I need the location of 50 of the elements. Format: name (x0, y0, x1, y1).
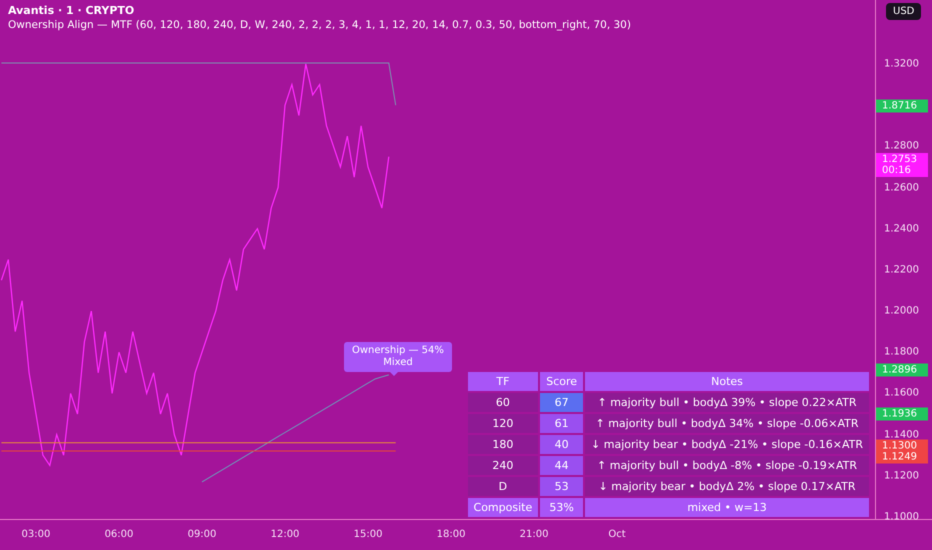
score-cell: 53 (540, 477, 584, 496)
table-cell: mixed • w=13 (585, 498, 869, 517)
table-cell: 53% (540, 498, 584, 517)
axis-label: 1.2800 (884, 140, 919, 152)
price-tag: 1.1936 (876, 408, 928, 420)
axis-label: 03:00 (22, 529, 50, 540)
table-cell: ↓ majority bear • bodyΔ 2% • slope 0.17×ATR (585, 477, 869, 496)
axis-label: 15:00 (354, 529, 382, 540)
axis-label: 1.2000 (884, 306, 919, 317)
axis-label: Oct (608, 529, 626, 540)
price-tag: 1.2896 (876, 364, 928, 376)
axis-label: 1.3200 (884, 58, 919, 70)
score-cell: 40 (540, 435, 584, 454)
table-cell: Composite (468, 498, 538, 517)
axis-label: 18:00 (436, 529, 466, 540)
ownership-tooltip: Ownership — 54% Mixed (344, 342, 452, 372)
score-cell: 61 (540, 414, 584, 433)
table-cell: ↑ majority bull • bodyΔ 34% • slope -0.06×ATR (585, 414, 869, 433)
table-cell: ↑ majority bull • bodyΔ 39% • slope 0.22×ATR (585, 393, 869, 412)
currency-button[interactable]: USD (886, 3, 922, 20)
price-tag: 1.1249 (876, 450, 928, 464)
axis-label: 12:00 (270, 529, 300, 540)
table-cell: 120 (468, 414, 538, 433)
score-cell: 44 (540, 456, 584, 475)
axis-label: 1.1200 (884, 470, 919, 482)
axis-label: 1.1400 (884, 429, 919, 440)
price-tag: 1.8716 (876, 100, 928, 112)
table-cell: 60 (468, 393, 538, 412)
axis-label: 1.2600 (884, 182, 919, 194)
axis-label: 1.1800 (884, 346, 919, 358)
table-cell: ↓ majority bear • bodyΔ -21% • slope -0.16×ATR (585, 435, 869, 454)
axis-label: 1.1600 (884, 388, 919, 399)
column-header: Notes (585, 372, 869, 391)
axis-label: 09:00 (188, 529, 216, 540)
axis-label: 1.1000 (884, 511, 919, 522)
table-cell: D (468, 477, 538, 496)
tooltip-pointer-icon (388, 370, 400, 376)
score-cell: 67 (540, 393, 584, 412)
price-tag: 1.2753 00:16 (876, 153, 928, 177)
table-cell: 240 (468, 456, 538, 475)
indicator-title: Ownership Align — MTF (60, 120, 180, 240, D, W, 240, 2, 2, 2, 3, 4, 1, 1, 12, 20, 14, 0.7, 0.3, 50, bottom_right, 70, 30) (8, 19, 631, 31)
axis-label: 06:00 (104, 529, 134, 540)
symbol-title: Avantis · 1 · CRYPTO (8, 4, 136, 17)
column-header: TF (468, 372, 538, 391)
axis-label: 1.2200 (884, 264, 919, 276)
table-cell: 180 (468, 435, 538, 454)
table-cell: ↑ majority bull • bodyΔ -8% • slope -0.19×ATR (585, 456, 869, 475)
column-header: Score (540, 372, 584, 391)
axis-label: 1.2400 (884, 223, 919, 234)
axis-label: 21:00 (520, 529, 548, 540)
